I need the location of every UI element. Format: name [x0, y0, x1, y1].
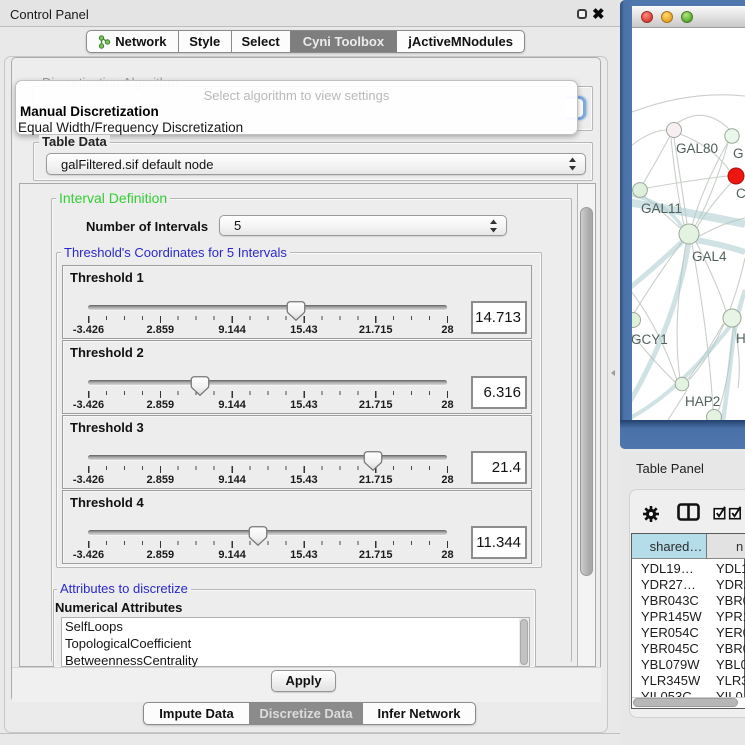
svg-text:GAL4: GAL4	[692, 249, 727, 264]
svg-text:GAL80: GAL80	[676, 141, 718, 156]
svg-text:HAP2: HAP2	[685, 394, 720, 409]
svg-text:G: G	[733, 146, 744, 161]
svg-text:H: H	[736, 331, 745, 346]
svg-text:GCY1: GCY1	[632, 332, 668, 347]
svg-text:C: C	[736, 186, 745, 201]
svg-text:GAL11: GAL11	[641, 201, 682, 216]
